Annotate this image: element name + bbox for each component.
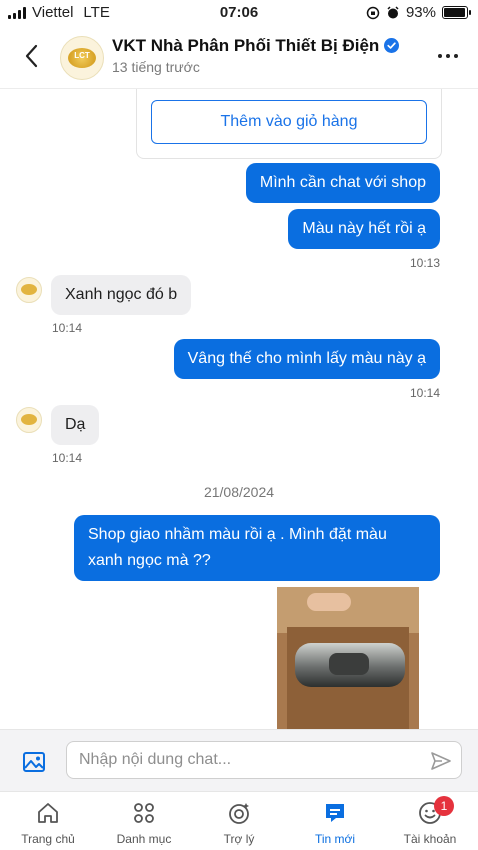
last-seen: 13 tiếng trước <box>112 59 200 75</box>
add-to-cart-button[interactable]: Thêm vào giỏ hàng <box>151 100 427 144</box>
message-line: xanh ngọc mà ?? <box>88 552 211 569</box>
nav-categories[interactable]: Danh mục <box>96 792 192 850</box>
assistant-icon <box>229 803 249 824</box>
image-attach-icon[interactable] <box>22 750 46 774</box>
nav-label: Tài khoản <box>403 832 457 846</box>
message-timestamp: 10:14 <box>52 321 83 335</box>
message-line: Shop giao nhầm màu rồi ạ . Mình đặt màu <box>88 526 387 543</box>
nav-label: Trang chủ <box>21 832 75 846</box>
chat-header: LCT VKT Nhà Phân Phối Thiết Bị Điện 13 t… <box>0 26 478 89</box>
nav-label: Trợ lý <box>223 832 255 846</box>
message-timestamp: 10:13 <box>409 256 440 270</box>
message-input[interactable] <box>66 741 462 779</box>
message-bubble-incoming[interactable]: Dạ <box>51 405 100 445</box>
chat-icon <box>326 804 344 822</box>
battery-icon <box>442 6 471 19</box>
message-bubble-incoming[interactable]: Xanh ngọc đó b <box>51 275 192 315</box>
nav-messages[interactable]: Tin mới <box>287 792 383 850</box>
more-options-icon[interactable] <box>438 54 458 58</box>
battery-percent: 93% <box>405 4 436 21</box>
avatar-logo-text: LCT <box>74 51 90 60</box>
home-icon <box>38 803 58 823</box>
shop-avatar-small <box>16 277 42 303</box>
message-bubble-outgoing[interactable]: Vâng thế cho mình lấy màu này ạ <box>173 339 440 379</box>
product-card: Thêm vào giỏ hàng <box>136 89 442 159</box>
shop-name[interactable]: VKT Nhà Phân Phối Thiết Bị Điện <box>112 36 400 56</box>
send-icon[interactable] <box>430 751 452 771</box>
orientation-lock-icon <box>366 6 380 19</box>
message-bubble-outgoing[interactable]: Shop giao nhầm màu rồi ạ . Mình đặt màu … <box>74 515 440 581</box>
chat-messages[interactable]: Thêm vào giỏ hàng Mình cần chat với shop… <box>0 89 478 729</box>
message-bubble-outgoing[interactable]: Màu này hết rồi ạ <box>288 209 440 249</box>
alarm-icon <box>387 5 399 18</box>
status-bar: Viettel LTE 07:06 93% <box>0 0 478 26</box>
message-timestamp: 10:14 <box>409 386 440 400</box>
shop-avatar[interactable]: LCT <box>60 36 104 80</box>
message-photo[interactable] <box>277 587 419 729</box>
date-separator: 21/08/2024 <box>203 484 275 500</box>
grid-icon <box>134 803 154 823</box>
nav-label: Danh mục <box>116 832 172 846</box>
nav-account[interactable]: 1 Tài khoản <box>382 792 478 850</box>
bottom-navigation: Trang chủ Danh mục Trợ lý Tin mới 1 Tài … <box>0 791 478 850</box>
shop-name-text: VKT Nhà Phân Phối Thiết Bị Điện <box>112 36 380 55</box>
status-right: 93% <box>366 4 471 21</box>
notification-badge: 1 <box>434 796 454 816</box>
verified-badge-icon <box>384 38 400 53</box>
shop-avatar-small <box>16 407 42 433</box>
nav-home[interactable]: Trang chủ <box>0 792 96 850</box>
message-timestamp: 10:14 <box>52 451 83 465</box>
back-arrow-icon[interactable] <box>20 42 44 70</box>
chat-input-bar <box>0 729 478 792</box>
nav-assistant[interactable]: Trợ lý <box>191 792 287 850</box>
nav-label: Tin mới <box>314 832 356 846</box>
message-bubble-outgoing[interactable]: Mình cần chat với shop <box>245 163 440 203</box>
